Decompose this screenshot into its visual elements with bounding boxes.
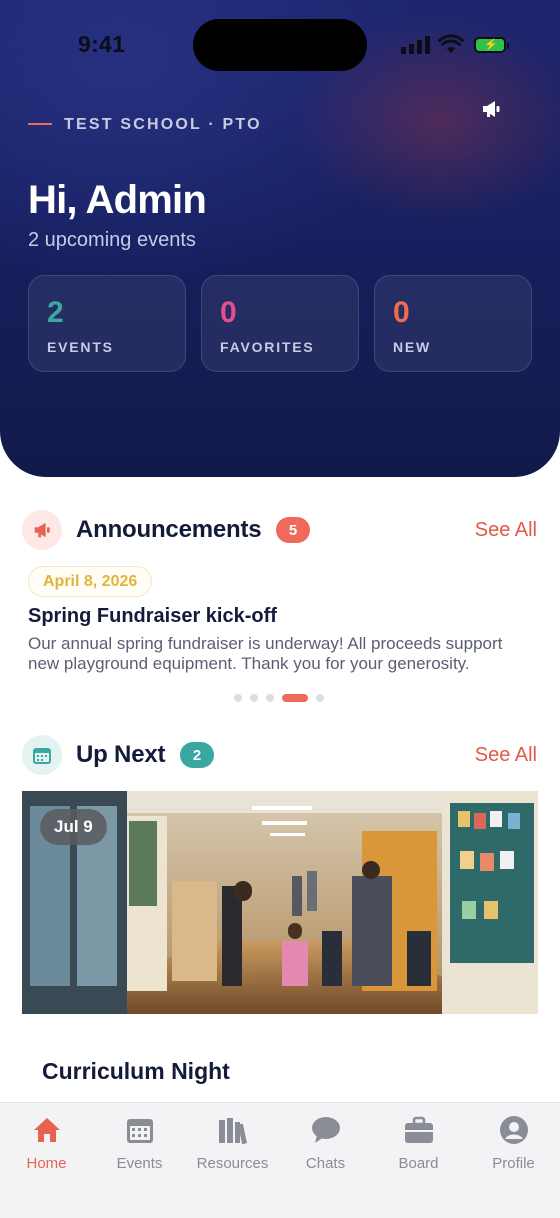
tab-label: Resources [196, 1155, 269, 1172]
hero-header: 9:41 ⚡ TEST SCHOOL · PTO Hi, Admin 2 upc… [0, 0, 560, 477]
stat-label: NEW [393, 339, 432, 355]
upcoming-events-summary: 2 upcoming events [28, 229, 196, 251]
carousel-dot[interactable] [234, 694, 242, 702]
battery-icon: ⚡ [474, 37, 509, 53]
tab-chats[interactable]: Chats [279, 1115, 372, 1175]
books-icon [218, 1115, 248, 1145]
home-icon [32, 1115, 62, 1145]
tab-label: Board [398, 1155, 439, 1172]
tab-resources[interactable]: Resources [186, 1115, 279, 1175]
stat-card-events[interactable]: 2 EVENTS [28, 275, 186, 372]
announcement-date: April 8, 2026 [28, 566, 153, 597]
carousel-dot[interactable] [266, 694, 274, 702]
stat-card-new[interactable]: 0 NEW [374, 275, 532, 372]
announcements-title: Announcements [76, 516, 262, 543]
tab-label: Profile [492, 1155, 535, 1172]
stat-value: 2 [47, 296, 64, 329]
briefcase-icon [404, 1115, 434, 1145]
event-title[interactable]: Curriculum Night [42, 1058, 230, 1085]
calendar-icon [125, 1115, 155, 1145]
announcement-title[interactable]: Spring Fundraiser kick-off [28, 605, 277, 628]
org-name: TEST SCHOOL · PTO [64, 116, 262, 133]
stat-label: EVENTS [47, 339, 114, 355]
greeting-title: Hi, Admin [28, 178, 207, 222]
up-next-count-badge: 2 [180, 742, 214, 768]
carousel-dot[interactable] [316, 694, 324, 702]
org-accent-line [28, 123, 52, 125]
announcement-carousel-dots[interactable] [234, 694, 324, 702]
up-next-calendar-icon [22, 735, 62, 775]
tab-events[interactable]: Events [93, 1115, 186, 1175]
stat-value: 0 [220, 296, 237, 329]
tab-label: Events [116, 1155, 163, 1172]
up-next-see-all-link[interactable]: See All [475, 744, 537, 767]
dynamic-island [193, 19, 367, 71]
announcements-see-all-link[interactable]: See All [475, 519, 537, 542]
up-next-title: Up Next [76, 741, 166, 768]
person-icon [499, 1115, 529, 1145]
tab-profile[interactable]: Profile [467, 1115, 560, 1175]
stat-card-favorites[interactable]: 0 FAVORITES [201, 275, 359, 372]
event-date-chip: Jul 9 [40, 809, 107, 845]
megaphone-icon[interactable] [480, 98, 502, 120]
announcements-icon [22, 510, 62, 550]
tab-board[interactable]: Board [372, 1115, 465, 1175]
tab-label: Chats [305, 1155, 346, 1172]
bottom-tab-bar: Home Events Resources Chats Board Profil… [0, 1102, 560, 1218]
stat-label: FAVORITES [220, 339, 315, 355]
status-time: 9:41 [78, 31, 126, 57]
chat-bubble-icon [311, 1115, 341, 1145]
tab-label: Home [26, 1155, 67, 1172]
wifi-icon [438, 34, 464, 53]
stat-value: 0 [393, 296, 410, 329]
carousel-dot[interactable] [250, 694, 258, 702]
announcement-body: Our annual spring fundraiser is underway… [28, 634, 503, 673]
announcements-count-badge: 5 [276, 517, 310, 543]
tab-home[interactable]: Home [0, 1115, 93, 1175]
cellular-signal-icon [401, 36, 431, 54]
carousel-dot-active[interactable] [282, 694, 308, 702]
